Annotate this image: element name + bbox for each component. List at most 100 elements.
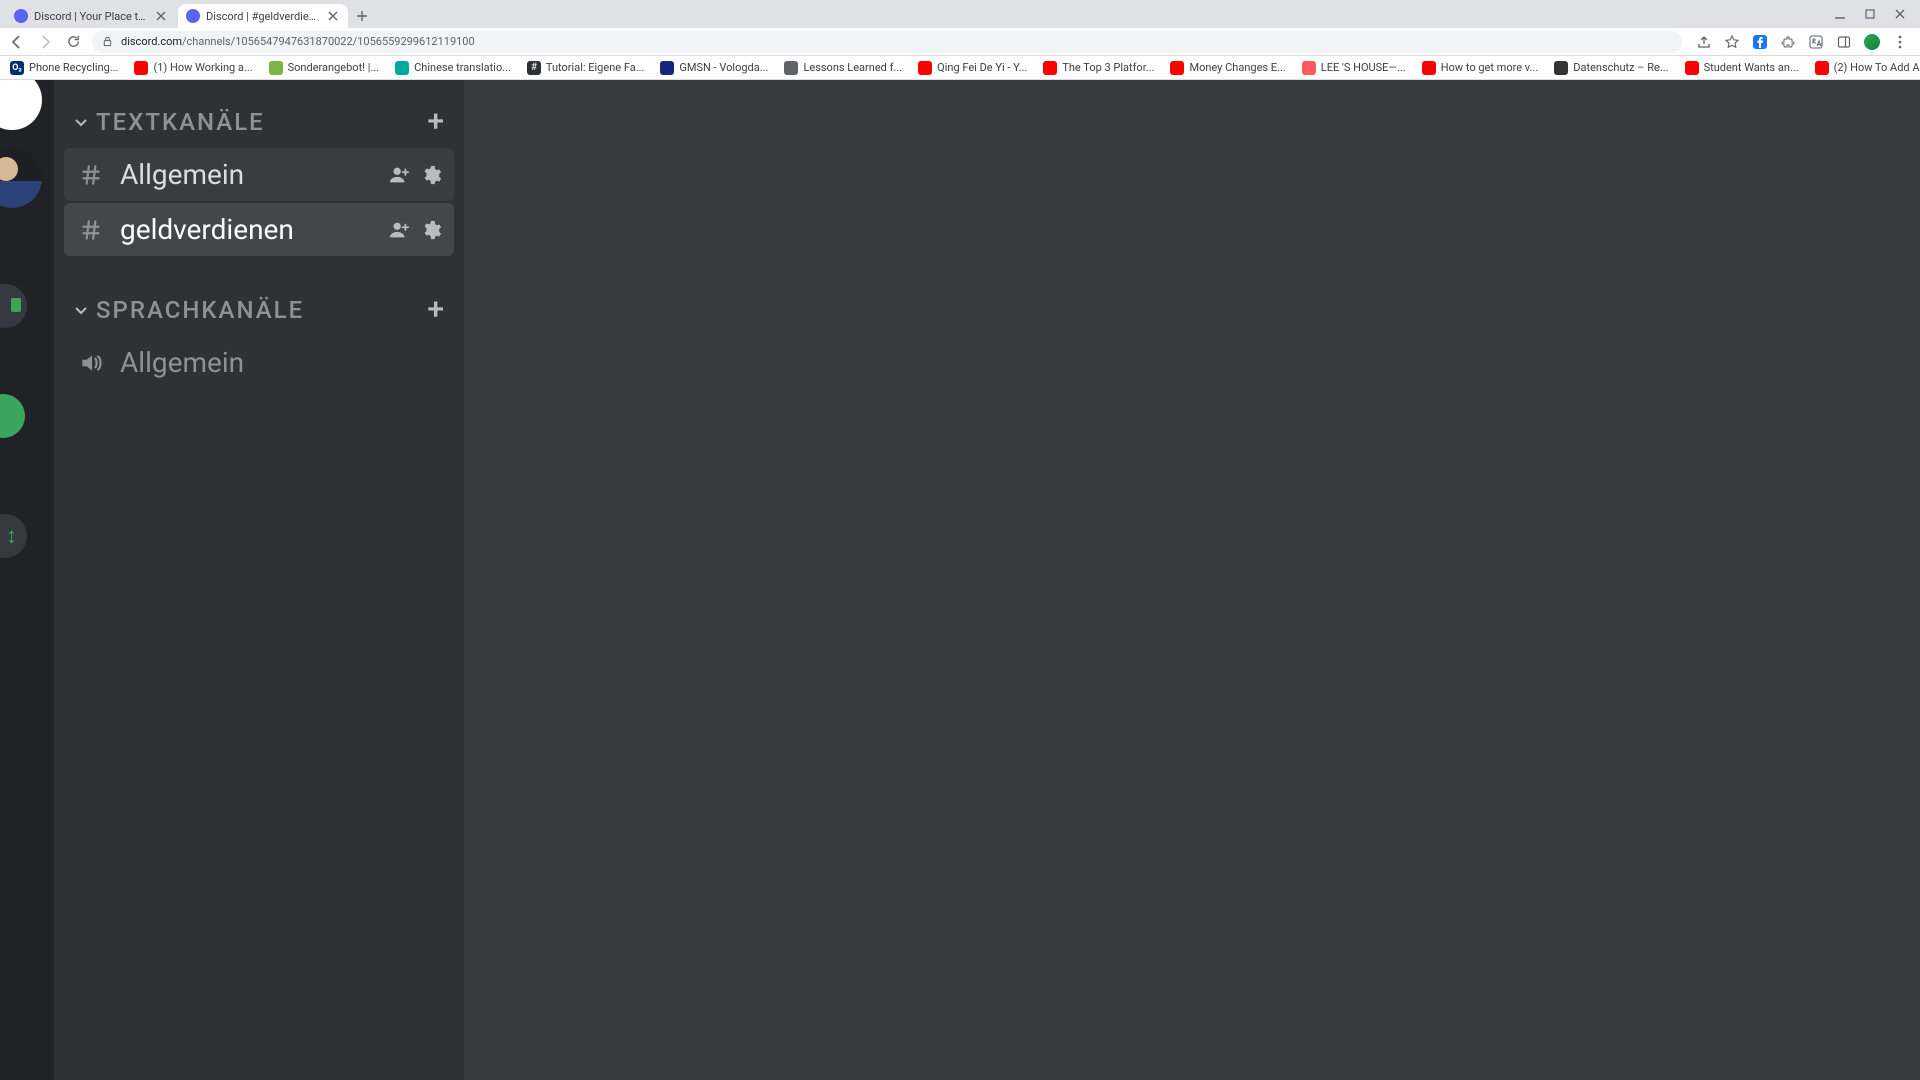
server-explore[interactable] <box>0 394 25 438</box>
lock-icon <box>102 36 113 47</box>
bookmark-favicon <box>134 61 148 75</box>
bookmark-item[interactable]: Sonderangebot! |... <box>263 59 386 77</box>
chat-area <box>464 80 1920 1080</box>
bookmark-favicon <box>1302 61 1316 75</box>
bookmark-item[interactable]: (2) How To Add A... <box>1809 59 1920 77</box>
close-icon[interactable] <box>154 9 168 23</box>
bookmark-item[interactable]: Qing Fei De Yi - Y... <box>912 59 1033 77</box>
star-icon[interactable] <box>1724 34 1740 50</box>
channel-name: geldverdienen <box>120 213 374 246</box>
bookmark-label: Sonderangebot! |... <box>288 61 380 74</box>
server-download[interactable] <box>0 514 27 558</box>
text-channel[interactable]: geldverdienen <box>64 203 454 256</box>
bookmark-item[interactable]: Lessons Learned f... <box>778 59 908 77</box>
url-text: discord.com/channels/1056547947631870022… <box>121 35 475 48</box>
share-icon[interactable] <box>1696 34 1712 50</box>
toolbar-actions <box>1692 34 1912 50</box>
kebab-menu-icon[interactable] <box>1892 34 1908 50</box>
translate-icon[interactable] <box>1808 34 1824 50</box>
bookmark-label: The Top 3 Platfor... <box>1062 61 1154 74</box>
chevron-down-icon <box>72 113 90 131</box>
text-channel[interactable]: Allgemein <box>64 148 454 201</box>
bookmark-label: Qing Fei De Yi - Y... <box>937 61 1027 74</box>
category-name: TEXTKANÄLE <box>96 108 421 136</box>
bookmark-item[interactable]: LEE 'S HOUSE—... <box>1296 59 1412 77</box>
browser-tab[interactable]: Discord | Your Place to Talk an <box>6 4 176 28</box>
facebook-icon[interactable] <box>1752 34 1768 50</box>
hash-icon <box>76 217 106 243</box>
bookmark-favicon <box>1422 61 1436 75</box>
bookmark-favicon <box>1170 61 1184 75</box>
channel-name: Allgemein <box>120 346 442 379</box>
bookmark-favicon <box>395 61 409 75</box>
server-icon[interactable] <box>0 148 42 208</box>
discord-favicon <box>186 9 200 23</box>
bookmark-item[interactable]: Money Changes E... <box>1164 59 1291 77</box>
bookmark-item[interactable]: (1) How Working a... <box>128 59 258 77</box>
bookmark-favicon <box>784 61 798 75</box>
back-button[interactable] <box>8 33 26 51</box>
channel-list: TEXTKANÄLE + Allgemein geldverdienen SPRACHK… <box>54 80 464 1080</box>
browser-toolbar: discord.com/channels/1056547947631870022… <box>0 28 1920 56</box>
maximize-icon[interactable] <box>1864 8 1876 20</box>
bookmark-label: Chinese translatio... <box>414 61 511 74</box>
browser-tabstrip: Discord | Your Place to Talk an Discord … <box>0 0 1920 28</box>
bookmark-item[interactable]: #Tutorial: Eigene Fa... <box>521 59 651 77</box>
gear-icon[interactable] <box>420 219 442 241</box>
bookmark-item[interactable]: O₂ Phone Recycling... <box>4 59 124 77</box>
bookmark-label: Tutorial: Eigene Fa... <box>546 61 645 74</box>
tab-title: Discord | #geldverdienen | Se <box>206 10 320 23</box>
gear-icon[interactable] <box>420 164 442 186</box>
discord-favicon <box>14 9 28 23</box>
category-name: SPRACHKANÄLE <box>96 296 421 324</box>
bookmark-favicon <box>1043 61 1057 75</box>
profile-avatar[interactable] <box>1864 34 1880 50</box>
bookmarks-bar: O₂ Phone Recycling... (1) How Working a...… <box>0 56 1920 80</box>
bookmark-item[interactable]: How to get more v... <box>1416 59 1545 77</box>
tab-title: Discord | Your Place to Talk an <box>34 10 148 23</box>
extensions-icon[interactable] <box>1780 34 1796 50</box>
forward-button[interactable] <box>36 33 54 51</box>
bookmark-favicon <box>918 61 932 75</box>
bookmark-item[interactable]: The Top 3 Platfor... <box>1037 59 1160 77</box>
create-channel-button[interactable]: + <box>427 300 446 320</box>
bookmark-favicon <box>269 61 283 75</box>
new-tab-button[interactable] <box>350 4 374 28</box>
bookmark-item[interactable]: GMSN - Vologda... <box>654 59 774 77</box>
bookmark-label: Student Wants an... <box>1704 61 1799 74</box>
close-window-icon[interactable] <box>1894 8 1906 20</box>
bookmark-item[interactable]: Datenschutz – Re... <box>1548 59 1674 77</box>
server-home[interactable] <box>0 80 42 130</box>
bookmark-item[interactable]: Student Wants an... <box>1679 59 1805 77</box>
reload-button[interactable] <box>64 33 82 51</box>
bookmark-label: Lessons Learned f... <box>803 61 902 74</box>
bookmark-favicon <box>1554 61 1568 75</box>
browser-tab-active[interactable]: Discord | #geldverdienen | Se <box>178 4 348 28</box>
bookmark-label: (1) How Working a... <box>153 61 252 74</box>
chevron-down-icon <box>72 301 90 319</box>
bookmark-label: LEE 'S HOUSE—... <box>1321 61 1406 74</box>
bookmark-label: Phone Recycling... <box>29 61 118 74</box>
bookmark-label: How to get more v... <box>1441 61 1539 74</box>
create-channel-button[interactable]: + <box>427 112 446 132</box>
bookmark-favicon <box>1685 61 1699 75</box>
server-rail <box>0 80 54 1080</box>
voice-channel[interactable]: Allgemein <box>64 336 454 389</box>
bookmark-favicon: O₂ <box>10 61 24 75</box>
channel-category-header[interactable]: SPRACHKANÄLE + <box>64 286 454 334</box>
close-icon[interactable] <box>326 9 340 23</box>
bookmark-label: Datenschutz – Re... <box>1573 61 1668 74</box>
channel-category-header[interactable]: TEXTKANÄLE + <box>64 98 454 146</box>
server-add[interactable] <box>0 284 27 328</box>
invite-icon[interactable] <box>388 219 410 241</box>
bookmark-label: Money Changes E... <box>1189 61 1285 74</box>
window-controls <box>1834 0 1920 28</box>
minimize-icon[interactable] <box>1834 8 1846 20</box>
speaker-icon <box>76 350 106 376</box>
bookmark-item[interactable]: Chinese translatio... <box>389 59 517 77</box>
side-panel-icon[interactable] <box>1836 34 1852 50</box>
bookmark-favicon <box>660 61 674 75</box>
discord-app: TEXTKANÄLE + Allgemein geldverdienen SPRACHK… <box>0 80 1920 1080</box>
address-bar[interactable]: discord.com/channels/1056547947631870022… <box>92 31 1682 53</box>
invite-icon[interactable] <box>388 164 410 186</box>
